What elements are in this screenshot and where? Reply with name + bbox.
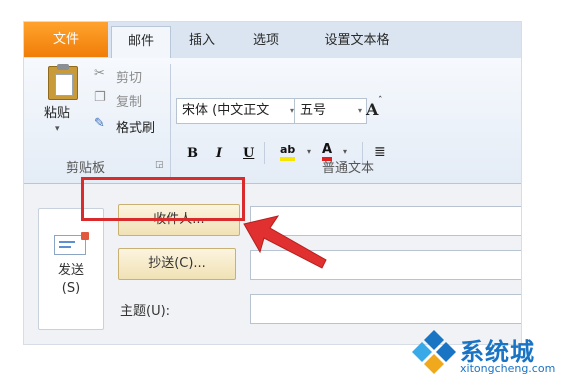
subject-field[interactable] (250, 294, 521, 324)
font-size-value: 五号 (300, 103, 327, 118)
font-family-select[interactable]: 宋体 (中文正文 ▾ (176, 98, 299, 124)
paste-dropdown-icon[interactable]: ▾ (55, 124, 60, 134)
paste-label: 粘贴 (44, 106, 71, 121)
ribbon-tabs: 文件 邮件 插入 选项 设置文本格 (24, 22, 521, 59)
tab-format-text[interactable]: 设置文本格 (302, 26, 412, 56)
send-envelope-icon (54, 232, 89, 255)
send-button[interactable]: 发送 (S) (38, 208, 104, 330)
copy-button[interactable]: 复制 (116, 91, 142, 110)
bold-button[interactable]: B (187, 146, 198, 161)
clipboard-icon (48, 64, 78, 100)
tab-message[interactable]: 邮件 (111, 26, 171, 59)
format-painter-button[interactable]: 格式刷 (116, 117, 155, 136)
chevron-down-icon: ▾ (357, 106, 362, 115)
chevron-down-icon[interactable]: ▾ (307, 147, 311, 156)
scissors-icon: ✂ (94, 66, 105, 81)
to-button[interactable]: 收件人... (118, 204, 240, 236)
clipboard-group-label: 剪贴板 (66, 161, 106, 176)
underline-button[interactable]: U (243, 146, 254, 161)
send-label: 发送 (57, 263, 84, 278)
ribbon: 粘贴 ▾ ✂ 剪切 ❐ 复制 ✎ 格式刷 剪贴板 ◲ 宋体 (中文正文 ▾ 五号… (24, 58, 521, 184)
send-shortcut: (S) (61, 281, 81, 296)
grow-caret-icon: ˆ (378, 96, 383, 106)
tab-file[interactable]: 文件 (24, 22, 108, 57)
watermark-url: xitongcheng.com (460, 362, 556, 375)
brush-icon: ✎ (94, 116, 105, 131)
cc-button[interactable]: 抄送(C)... (118, 248, 236, 280)
tab-options[interactable]: 选项 (236, 26, 296, 56)
copy-icon: ❐ (94, 90, 106, 105)
outlook-message-window: 文件 邮件 插入 选项 设置文本格 粘贴 ▾ ✂ 剪切 ❐ 复制 ✎ 格式刷 剪… (24, 22, 521, 344)
subject-label: 主题(U): (120, 304, 171, 319)
italic-button[interactable]: I (216, 146, 222, 161)
format-divider (264, 142, 265, 164)
font-size-select[interactable]: 五号 ▾ (294, 98, 367, 124)
pointer-arrow-icon (243, 215, 327, 269)
xitongcheng-logo-icon (412, 330, 456, 374)
cut-button[interactable]: 剪切 (116, 67, 142, 86)
group-divider (170, 64, 171, 177)
envelope-line (59, 246, 71, 248)
dialog-launcher-icon[interactable]: ◲ (155, 160, 164, 170)
envelope-line (59, 241, 75, 243)
chevron-down-icon[interactable]: ▾ (343, 147, 347, 156)
watermark: 系统城 xitongcheng.com (408, 326, 558, 378)
tab-insert[interactable]: 插入 (174, 26, 230, 56)
grow-font-button[interactable]: A (366, 100, 378, 119)
highlight-button[interactable]: ab (280, 143, 296, 161)
font-family-value: 宋体 (中文正文 (182, 103, 270, 118)
bullets-icon[interactable]: ≣ (374, 144, 386, 160)
basic-text-group-label: 普通文本 (322, 161, 375, 176)
